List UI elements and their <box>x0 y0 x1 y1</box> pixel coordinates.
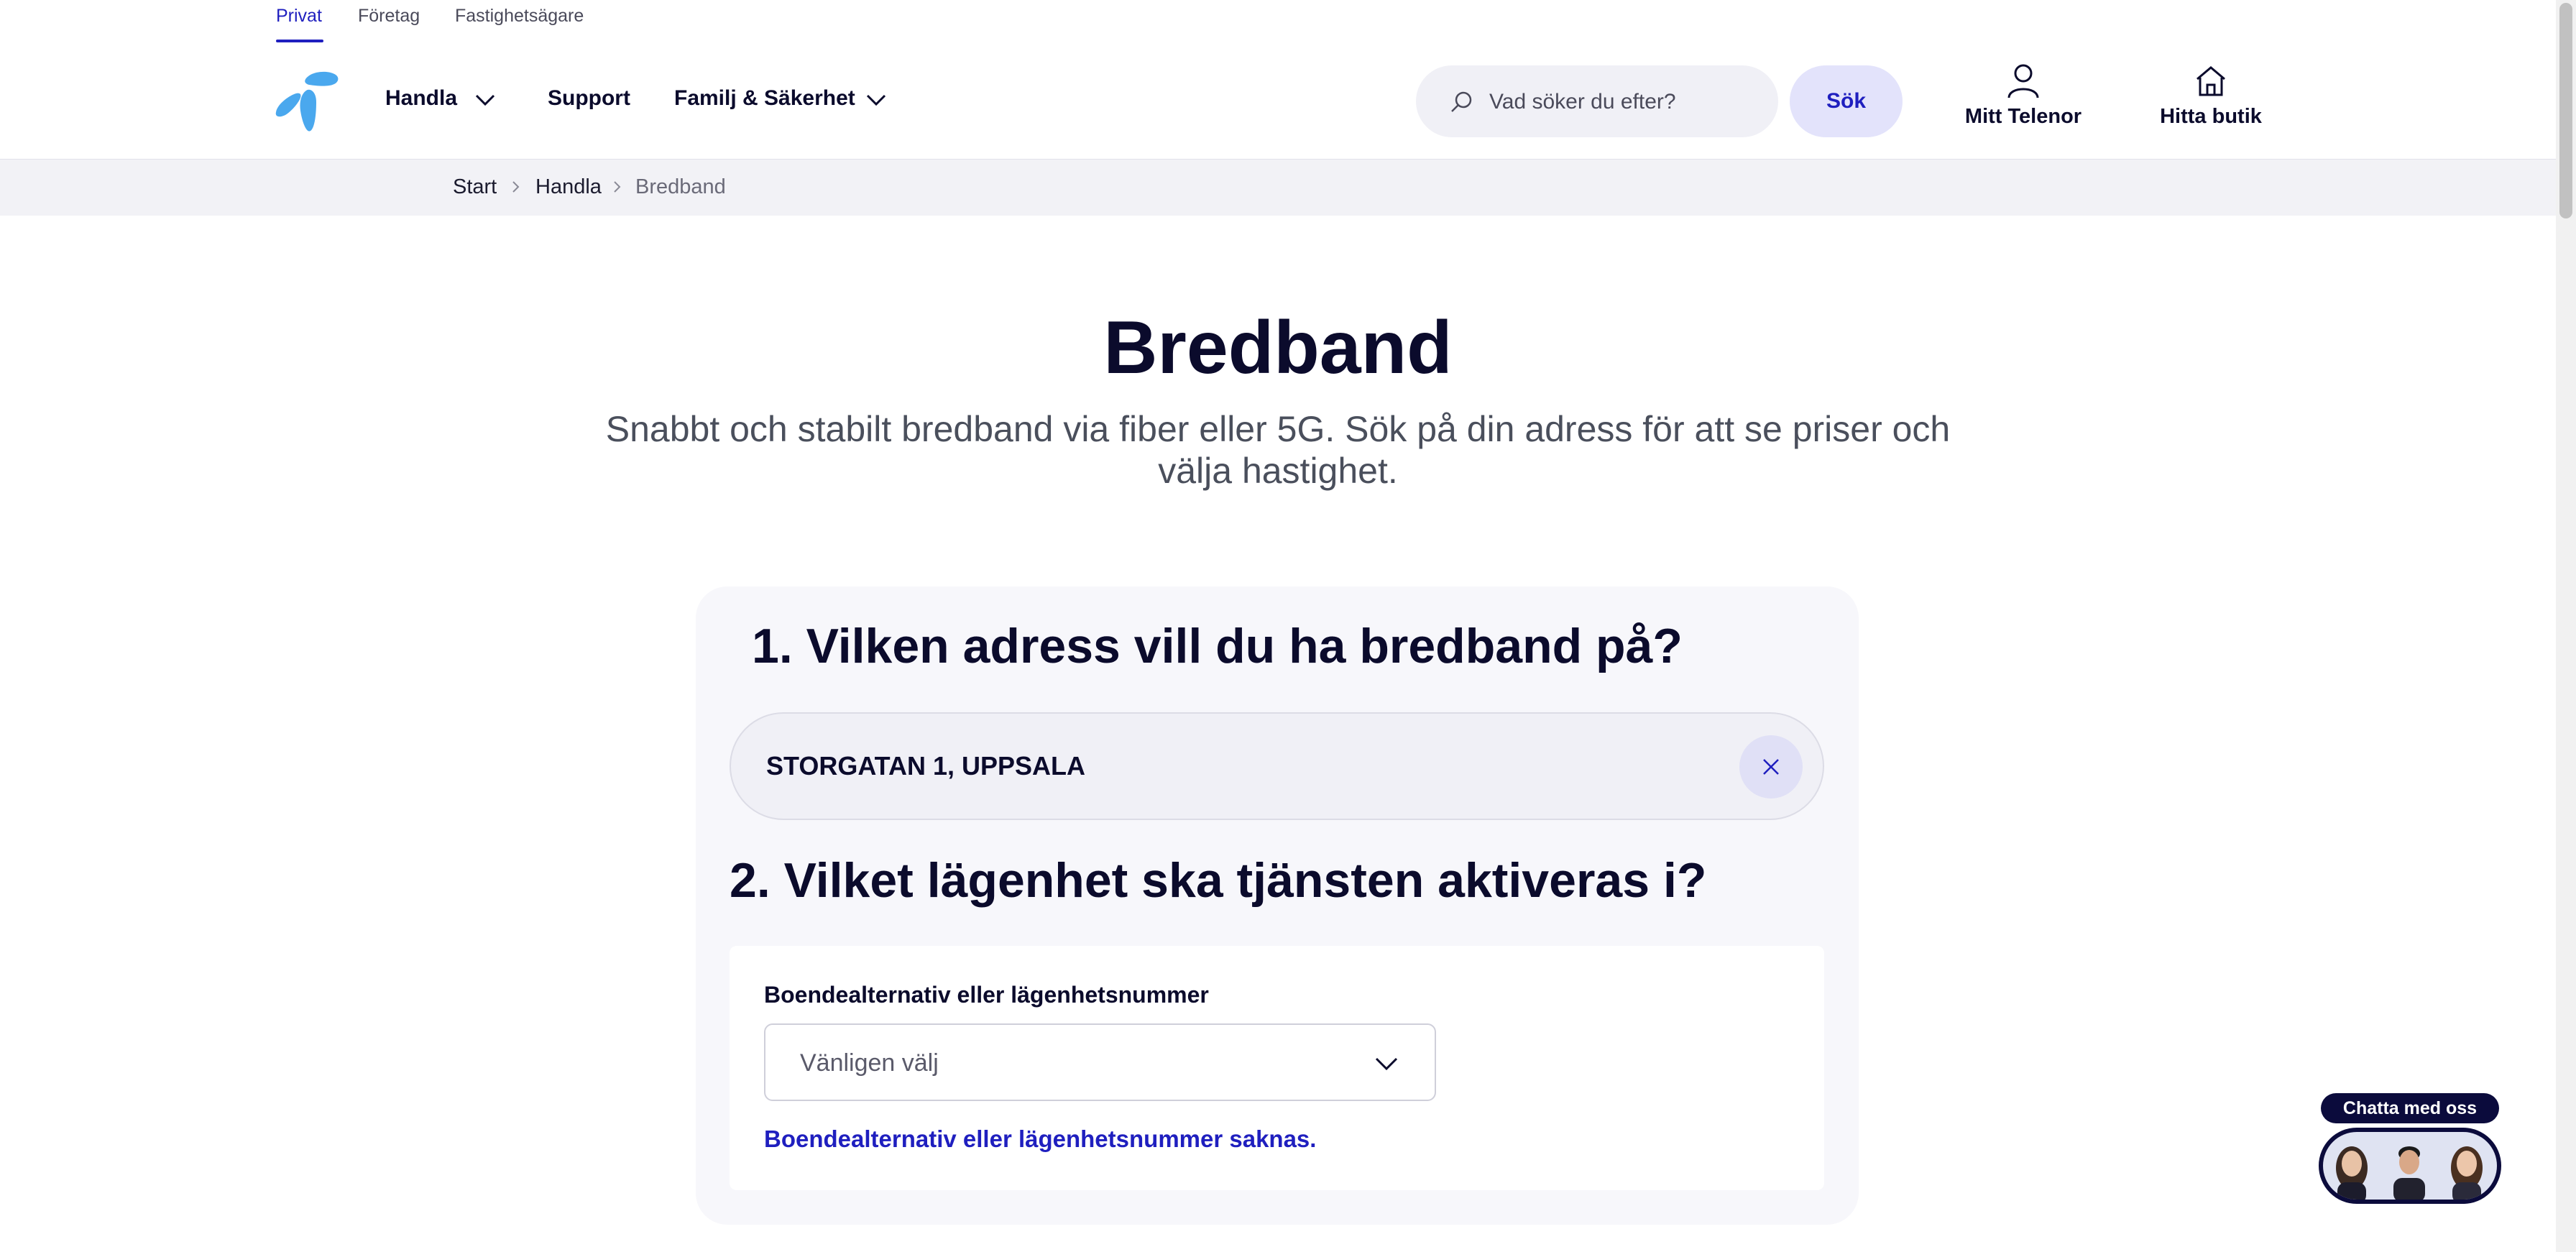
page-scrollbar-thumb[interactable] <box>2559 3 2572 218</box>
page-subtitle: Snabbt och stabilt bredband via fiber el… <box>605 409 1951 491</box>
mitt-telenor-label: Mitt Telenor <box>1964 105 2082 128</box>
breadcrumb-handla[interactable]: Handla <box>535 175 602 199</box>
chevron-down-icon[interactable] <box>864 88 888 112</box>
segment-foretag[interactable]: Företag <box>358 6 420 27</box>
hitta-butik-link[interactable]: Hitta butik <box>2155 63 2267 129</box>
breadcrumb: Start Handla Bredband <box>0 159 2556 216</box>
agent-avatars-image <box>2336 1146 2483 1200</box>
segment-active-indicator <box>276 40 323 42</box>
chat-label[interactable]: Chatta med oss <box>2321 1093 2499 1123</box>
segment-privat[interactable]: Privat <box>276 6 322 27</box>
mitt-telenor-link[interactable]: Mitt Telenor <box>1962 63 2084 129</box>
apartment-select-label: Boendealternativ eller lägenhetsnummer <box>764 982 1209 1008</box>
search-icon <box>1451 91 1472 112</box>
apartment-select[interactable]: Vänligen välj <box>764 1023 1436 1101</box>
breadcrumb-bredband: Bredband <box>635 175 726 198</box>
apartment-select-panel: Boendealternativ eller lägenhetsnummer V… <box>730 946 1824 1190</box>
address-value[interactable]: STORGATAN 1, UPPSALA <box>766 751 1085 781</box>
question-address-heading: 1. Vilken adress vill du ha bredband på? <box>752 619 1683 673</box>
chevron-right-icon <box>614 181 621 193</box>
user-icon <box>2007 64 2039 98</box>
search-button[interactable]: Sök <box>1790 65 1903 137</box>
apartment-missing-link[interactable]: Boendealternativ eller lägenhetsnummer s… <box>764 1126 1316 1153</box>
breadcrumb-start[interactable]: Start <box>453 175 497 199</box>
chat-agents-avatars[interactable] <box>2319 1128 2501 1204</box>
nav-handla[interactable]: Handla <box>385 86 457 111</box>
search-input[interactable] <box>1488 65 1771 139</box>
search-field[interactable] <box>1416 65 1778 139</box>
chevron-down-icon <box>1375 1057 1398 1071</box>
chevron-right-icon <box>512 181 520 193</box>
hitta-butik-label: Hitta butik <box>2160 105 2262 128</box>
telenor-logo[interactable] <box>275 70 341 132</box>
page-title: Bredband <box>1103 306 1453 390</box>
house-icon <box>2196 66 2225 96</box>
segment-fastighetsagare[interactable]: Fastighetsägare <box>455 6 584 27</box>
apartment-select-value: Vänligen välj <box>800 1049 939 1077</box>
clear-address-button[interactable] <box>1739 735 1803 798</box>
address-field[interactable]: STORGATAN 1, UPPSALA <box>730 712 1824 820</box>
chat-widget[interactable]: Chatta med oss <box>2319 1093 2501 1204</box>
nav-familj-sakerhet[interactable]: Familj & Säkerhet <box>674 86 855 111</box>
chevron-down-icon[interactable] <box>473 88 497 112</box>
nav-support[interactable]: Support <box>548 86 630 111</box>
close-icon <box>1763 759 1779 775</box>
question-apartment-heading: 2. Vilket lägenhet ska tjänsten aktivera… <box>730 853 1707 908</box>
